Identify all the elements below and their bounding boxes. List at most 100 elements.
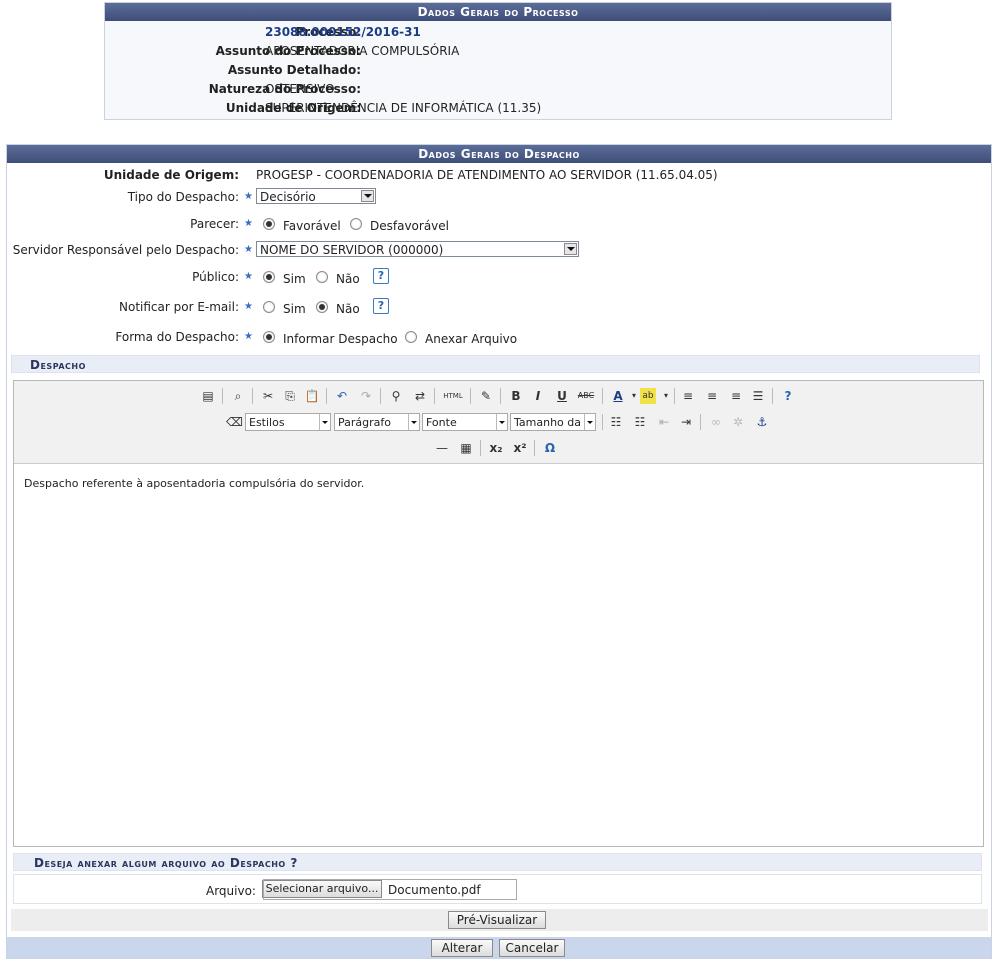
assunto-value: APOSENTADORIA COMPULSÓRIA bbox=[265, 44, 460, 58]
despacho-section-header: Despacho bbox=[11, 355, 980, 373]
servidor-label: Servidor Responsável pelo Despacho: bbox=[12, 243, 239, 257]
processo-number: 23088.000152/2016-31 bbox=[265, 25, 421, 39]
link-icon[interactable]: ∞ bbox=[708, 414, 724, 430]
indent-icon[interactable]: ⇥ bbox=[678, 414, 694, 430]
despacho-header: Dados Gerais do Despacho bbox=[7, 145, 991, 163]
editor-content[interactable]: Despacho referente à aposentadoria compu… bbox=[24, 477, 364, 490]
footer-bar: Alterar Cancelar bbox=[7, 937, 991, 958]
forma-anexar-radio[interactable] bbox=[405, 331, 417, 343]
preview-button[interactable]: Pré-Visualizar bbox=[448, 911, 546, 929]
editor-toolbar: ▤ ⌕ ✂ ⎘ 📋 ↶ ↷ ⚲ ⇄ HTML ✎ B I U ABC A ▾ a… bbox=[14, 381, 983, 464]
bullet-list-icon[interactable]: ☷ bbox=[608, 414, 624, 430]
chevron-down-icon bbox=[564, 243, 577, 255]
styles-select[interactable]: Estilos bbox=[245, 413, 331, 431]
help-icon[interactable]: ? bbox=[373, 268, 389, 284]
publico-nao-label: Não bbox=[336, 272, 360, 286]
publico-sim-label: Sim bbox=[283, 272, 306, 286]
chevron-down-icon[interactable]: ▾ bbox=[658, 388, 674, 404]
forma-anexar-label: Anexar Arquivo bbox=[425, 332, 518, 346]
align-center-icon[interactable]: ≡ bbox=[704, 388, 720, 404]
assunto-detalhado-value: --- bbox=[265, 63, 278, 77]
tipo-despacho-label: Tipo do Despacho: bbox=[127, 190, 239, 204]
strikethrough-icon[interactable]: ABC bbox=[576, 388, 596, 404]
tipo-despacho-select[interactable]: Decisório bbox=[256, 188, 376, 204]
unidade-origem-value: SUPERINTENDÊNCIA DE INFORMÁTICA (11.35) bbox=[265, 101, 542, 115]
redo-icon[interactable]: ↷ bbox=[358, 388, 374, 404]
align-left-icon[interactable]: ≡ bbox=[680, 388, 696, 404]
eraser-icon[interactable]: ⌫ bbox=[226, 414, 243, 430]
forma-label: Forma do Despacho: bbox=[115, 330, 239, 344]
assunto-detalhado-label: Assunto Detalhado: bbox=[227, 63, 361, 77]
align-justify-icon[interactable]: ☰ bbox=[750, 388, 766, 404]
parecer-favoravel-radio[interactable] bbox=[263, 218, 275, 230]
chevron-down-icon bbox=[408, 414, 419, 430]
alterar-button[interactable]: Alterar bbox=[431, 939, 493, 957]
despacho-unidade-label: Unidade de Origem: bbox=[103, 168, 239, 182]
parecer-desfavoravel-radio[interactable] bbox=[350, 218, 362, 230]
notificar-nao-radio[interactable] bbox=[316, 301, 328, 313]
underline-icon[interactable]: U bbox=[554, 388, 570, 404]
outdent-icon[interactable]: ⇤ bbox=[656, 414, 672, 430]
required-star-icon: ★ bbox=[244, 191, 253, 202]
notificar-label: Notificar por E-mail: bbox=[119, 300, 239, 314]
subscript-icon[interactable]: x₂ bbox=[488, 440, 504, 456]
anexo-section-header: Deseja anexar algum arquivo ao Despacho … bbox=[13, 853, 982, 871]
italic-icon[interactable]: I bbox=[530, 388, 546, 404]
preview-icon[interactable]: ⌕ bbox=[230, 388, 246, 404]
required-star-icon: ★ bbox=[244, 218, 253, 229]
required-star-icon: ★ bbox=[244, 331, 253, 342]
replace-icon[interactable]: ⇄ bbox=[412, 388, 428, 404]
paragraph-select[interactable]: Parágrafo bbox=[334, 413, 420, 431]
cut-icon[interactable]: ✂ bbox=[260, 388, 276, 404]
parecer-label: Parecer: bbox=[190, 217, 239, 231]
preview-bar: Pré-Visualizar bbox=[11, 909, 988, 931]
required-star-icon: ★ bbox=[244, 301, 253, 312]
font-size-select[interactable]: Tamanho da Fo bbox=[510, 413, 596, 431]
publico-sim-radio[interactable] bbox=[263, 271, 275, 283]
clean-format-icon[interactable]: ✎ bbox=[478, 388, 494, 404]
required-star-icon: ★ bbox=[244, 244, 253, 255]
select-file-button[interactable]: Selecionar arquivo... bbox=[262, 880, 382, 898]
notificar-sim-label: Sim bbox=[283, 302, 306, 316]
parecer-favoravel-label: Favorável bbox=[283, 219, 341, 233]
bold-icon[interactable]: B bbox=[508, 388, 524, 404]
align-right-icon[interactable]: ≡ bbox=[728, 388, 744, 404]
processo-header: Dados Gerais do Processo bbox=[105, 3, 891, 21]
cancelar-button[interactable]: Cancelar bbox=[499, 939, 565, 957]
copy-icon[interactable]: ⎘ bbox=[282, 388, 298, 404]
chevron-down-icon bbox=[319, 414, 330, 430]
forma-informar-radio[interactable] bbox=[263, 331, 275, 343]
superscript-icon[interactable]: x² bbox=[512, 440, 528, 456]
servidor-select[interactable]: NOME DO SERVIDOR (000000) bbox=[256, 241, 579, 257]
despacho-form: Dados Gerais do Despacho Unidade de Orig… bbox=[6, 144, 992, 959]
parecer-desfavoravel-label: Desfavorável bbox=[370, 219, 450, 233]
paste-icon[interactable]: 📋 bbox=[304, 388, 320, 404]
publico-label: Público: bbox=[192, 270, 239, 284]
arquivo-label: Arquivo: bbox=[206, 884, 256, 898]
html-icon[interactable]: HTML bbox=[442, 388, 464, 404]
anexo-row: Arquivo: Selecionar arquivo... Documento… bbox=[13, 874, 982, 904]
chevron-down-icon bbox=[584, 414, 595, 430]
font-select[interactable]: Fonte bbox=[422, 413, 508, 431]
numbered-list-icon[interactable]: ☷ bbox=[632, 414, 648, 430]
unlink-icon[interactable]: ✲ bbox=[730, 414, 746, 430]
help-icon[interactable]: ? bbox=[373, 298, 389, 314]
undo-icon[interactable]: ↶ bbox=[334, 388, 350, 404]
source-icon[interactable]: ▤ bbox=[200, 388, 216, 404]
natureza-value: OSTENSIVO bbox=[265, 82, 335, 96]
rich-text-editor: ▤ ⌕ ✂ ⎘ 📋 ↶ ↷ ⚲ ⇄ HTML ✎ B I U ABC A ▾ a… bbox=[13, 380, 984, 847]
help-icon[interactable]: ? bbox=[780, 388, 796, 404]
text-color-icon[interactable]: A bbox=[610, 388, 626, 404]
publico-nao-radio[interactable] bbox=[316, 271, 328, 283]
required-star-icon: ★ bbox=[244, 271, 253, 282]
notificar-nao-label: Não bbox=[336, 302, 360, 316]
file-name: Documento.pdf bbox=[388, 883, 481, 897]
despacho-unidade-value: PROGESP - COORDENADORIA DE ATENDIMENTO A… bbox=[256, 168, 718, 182]
find-icon[interactable]: ⚲ bbox=[388, 388, 404, 404]
anchor-icon[interactable]: ⚓ bbox=[754, 414, 770, 430]
highlight-color-icon[interactable]: ab bbox=[640, 388, 656, 404]
notificar-sim-radio[interactable] bbox=[263, 301, 275, 313]
horizontal-rule-icon[interactable]: — bbox=[434, 440, 450, 456]
table-icon[interactable]: ▦ bbox=[458, 440, 474, 456]
special-char-icon[interactable]: Ω bbox=[542, 440, 558, 456]
